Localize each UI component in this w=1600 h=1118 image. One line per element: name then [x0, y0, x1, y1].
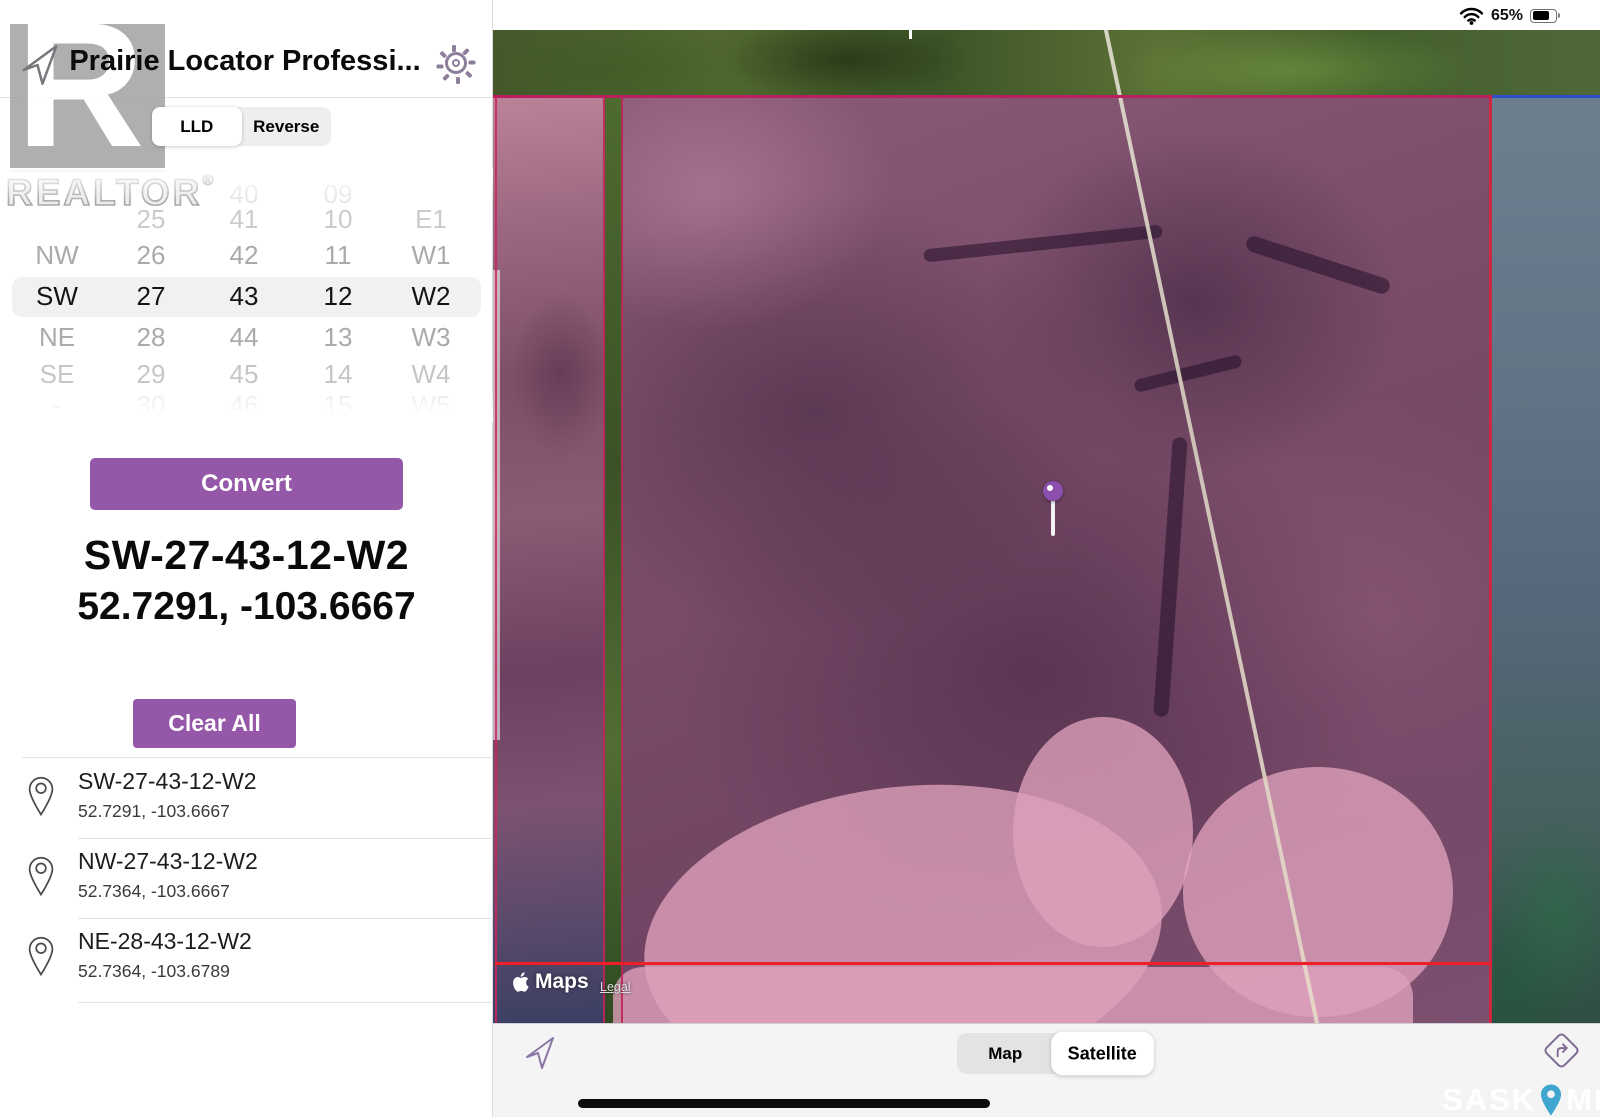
map-pin-icon — [27, 854, 55, 900]
picker-row-selected: SW 27 43 12 W2 — [0, 276, 493, 316]
purple-pin-marker[interactable] — [1043, 481, 1063, 501]
result-lld: SW-27-43-12-W2 — [0, 532, 493, 579]
result-coordinates: 52.7291, -103.6667 — [0, 585, 493, 629]
map-lake — [1492, 97, 1600, 1023]
map-field-blob — [613, 967, 1413, 1023]
sask-mls-watermark: SASK MLS — [1442, 1082, 1600, 1118]
saved-location-lld: SW-27-43-12-W2 — [78, 766, 257, 796]
satellite-map[interactable]: Maps Legal — [493, 30, 1600, 1023]
map-pin-icon — [27, 774, 55, 820]
map-creek — [923, 224, 1163, 262]
tab-map[interactable]: Map — [957, 1033, 1054, 1074]
list-divider — [22, 757, 493, 758]
map-section-line-red — [495, 962, 1490, 965]
picker-row: 25 41 10 E1 — [0, 199, 493, 239]
map-boundary-left — [495, 97, 497, 1023]
status-indicators: 65% — [1459, 6, 1560, 25]
directions-diamond-icon[interactable] — [1542, 1031, 1580, 1069]
saved-location-lld: NW-27-43-12-W2 — [78, 846, 258, 876]
map-boundary-top-magenta — [493, 95, 1492, 98]
map-section-overlay — [623, 97, 1489, 1023]
list-divider — [78, 1002, 493, 1003]
map-pin-icon — [27, 934, 55, 980]
map-boundary-gap-right — [621, 97, 623, 1023]
gear-icon[interactable] — [438, 45, 474, 81]
map-boundary-gap-left — [603, 97, 605, 1023]
map-creek — [1244, 234, 1392, 296]
apple-logo-icon — [513, 972, 530, 992]
wifi-icon — [1459, 6, 1484, 25]
map-left-parcel-overlay — [493, 97, 605, 1023]
converter-panel: R REALTOR® Prairie Locator Professi... L… — [0, 0, 493, 1117]
map-boundary-right — [1489, 95, 1492, 1023]
tab-satellite[interactable]: Satellite — [1051, 1032, 1153, 1075]
mode-segmented-control: LLD Reverse — [152, 107, 331, 146]
map-marker-stick — [1051, 498, 1055, 536]
map-type-segmented-control: Map Satellite — [957, 1033, 1150, 1074]
picker-row: - 30 46 15 W5 — [0, 385, 493, 425]
list-divider — [78, 838, 493, 839]
navigation-arrow-icon[interactable] — [20, 42, 60, 93]
saved-location-coords: 52.7291, -103.6667 — [78, 800, 230, 822]
marker-highlight-dot — [1047, 485, 1053, 491]
attribution-brand: Maps — [535, 970, 589, 994]
tab-lld[interactable]: LLD — [152, 107, 242, 146]
clear-all-button[interactable]: Clear All — [133, 699, 296, 748]
map-field-blob — [1013, 717, 1193, 947]
convert-button[interactable]: Convert — [90, 458, 403, 510]
map-toolbar: Map Satellite SASK MLS — [493, 1023, 1600, 1117]
map-road-allowance-strip — [605, 97, 621, 1023]
map-top-tick — [909, 30, 912, 39]
tab-reverse[interactable]: Reverse — [242, 107, 332, 146]
picker-row: NE 28 44 13 W3 — [0, 317, 493, 357]
navigation-arrow-icon[interactable] — [524, 1035, 556, 1076]
battery-icon — [1530, 9, 1560, 23]
saved-location-lld: NE-28-43-12-W2 — [78, 926, 252, 956]
battery-percent: 65% — [1491, 7, 1523, 25]
legal-link[interactable]: Legal — [600, 980, 631, 994]
map-boundary-top-blue — [1492, 95, 1600, 98]
blue-pin-icon — [1538, 1083, 1564, 1117]
map-creek — [1133, 354, 1243, 393]
saved-location-coords: 52.7364, -103.6667 — [78, 880, 230, 902]
picker-row: NW 26 42 11 W1 — [0, 235, 493, 275]
saved-location-coords: 52.7364, -103.6789 — [78, 960, 230, 982]
lld-picker-wheel[interactable]: 40 09 25 41 10 E1 NW 26 42 11 W1 SW 27 4… — [0, 168, 493, 420]
list-divider — [78, 918, 493, 919]
apple-maps-attribution[interactable]: Maps — [513, 970, 589, 994]
home-indicator[interactable] — [578, 1099, 990, 1108]
page-title: Prairie Locator Professi... — [60, 45, 430, 78]
map-creek — [1153, 437, 1187, 717]
